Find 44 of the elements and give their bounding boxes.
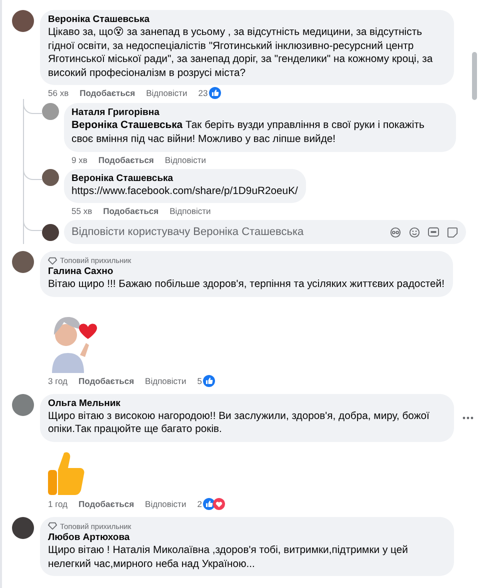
avatar[interactable]	[42, 168, 58, 186]
reaction-count[interactable]: 5	[197, 376, 202, 386]
author-name[interactable]: Вероніка Сташевська	[72, 172, 298, 185]
comment-time[interactable]: 55 хв	[72, 206, 92, 216]
scrollbar-thumb[interactable]	[472, 52, 477, 100]
avatar[interactable]	[12, 251, 34, 274]
comment-text: Вітаю щиро !!! Бажаю побільше здоров'я, терпіння та усіляких життєвих радостей!	[48, 279, 444, 290]
author-name[interactable]: Наталя Григорівна	[72, 107, 448, 120]
comment-text: Вероніка Сташевська Так беріть вузди управління в свої руки і покажіть своє вміння під час війни! Можливо у вас ліпше вийде!	[72, 120, 424, 145]
reply-field[interactable]: Відповісти користувачу Вероніка Сташевська	[64, 220, 466, 244]
diamond-icon	[48, 522, 57, 530]
comment-time[interactable]: 9 хв	[72, 154, 88, 165]
more-icon[interactable]	[462, 416, 474, 420]
avatar[interactable]	[12, 10, 34, 32]
reply-link[interactable]: Відповісти	[170, 206, 211, 216]
comment-text: Цікаво за, що😵 за занепад в усьому , за відсутність медицини, за відсутність гідної освіти, за недоспеціалістів "Яготинський інклюзивно-ресурсний центр Яготинської міської ради", за занепад доріг, за "генделики" на кожному кроці, за високий професіоналізм в розрусі міста?	[48, 27, 433, 79]
reply-link[interactable]: Відповісти	[164, 154, 206, 165]
avatar[interactable]	[12, 516, 34, 539]
like-link[interactable]: Подобається	[78, 376, 134, 386]
reply-input-field[interactable]: Відповісти користувачу Вероніка Сташевська	[72, 226, 382, 238]
comment-time[interactable]: 3 год	[48, 376, 68, 386]
author-name[interactable]: Ольга Мельник	[48, 398, 446, 410]
reply-link[interactable]: Відповісти	[145, 498, 186, 509]
like-link[interactable]: Подобається	[103, 206, 159, 216]
like-link[interactable]: Подобається	[80, 88, 136, 98]
reply-link[interactable]: Відповісти	[145, 376, 186, 386]
comment-time[interactable]: 1 год	[48, 498, 68, 509]
diamond-icon	[48, 256, 57, 265]
comment-text: Щиро вітаю ! Наталія Миколаївна ,здоров'я тобі, витримки,підтримки у цей нелегкий час,мирного неба над Україною...	[48, 544, 408, 570]
author-name[interactable]: Вероніка Сташевська	[48, 14, 446, 26]
reaction-count[interactable]: 2	[197, 498, 202, 509]
reply-link[interactable]: Відповісти	[146, 88, 188, 98]
link[interactable]: https://www.facebook.com/share/p/1D9uR2oeuK/	[72, 186, 298, 197]
like-link[interactable]: Подобається	[78, 498, 134, 509]
like-link[interactable]: Подобається	[98, 154, 154, 165]
sticker-icon[interactable]	[447, 226, 458, 238]
emoji-icon[interactable]	[409, 226, 420, 238]
reaction-count[interactable]: 23	[198, 88, 208, 98]
comment-text: Щиро вітаю з високою нагородою!! Ви заслужили, здоров'я, добра, миру, божої опіки.Так працюйте ще багато років.	[48, 410, 430, 436]
avatar-sticker-icon[interactable]	[390, 226, 401, 238]
author-name[interactable]: Любов Артюхова	[48, 532, 446, 544]
avatar[interactable]	[42, 224, 58, 242]
comment-time[interactable]: 56 хв	[48, 88, 69, 98]
author-name[interactable]: Галина Сахно	[48, 266, 444, 278]
